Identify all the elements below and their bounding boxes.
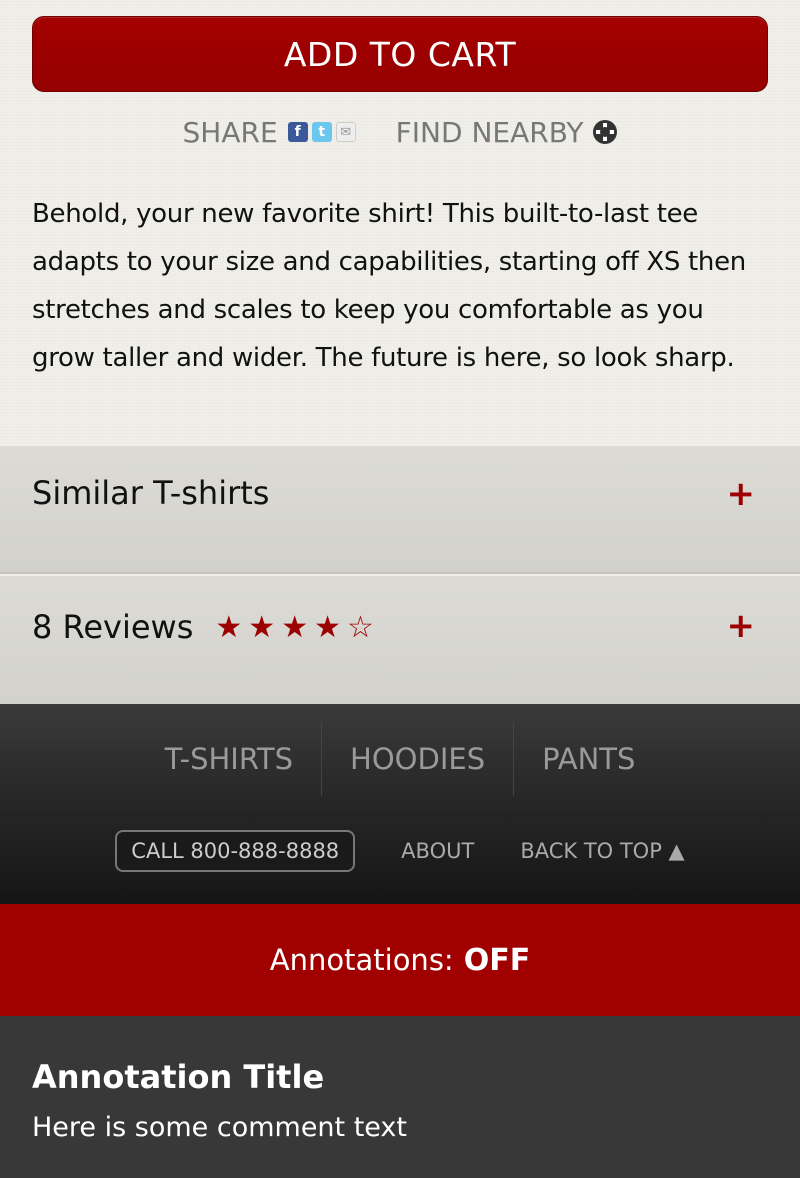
product-description: Behold, your new favorite shirt! This bu… <box>32 199 746 373</box>
footer: T-SHIRTS HOODIES PANTS CALL 800-888-8888… <box>0 704 800 904</box>
category-nav: T-SHIRTS HOODIES PANTS <box>0 722 800 796</box>
add-to-cart-button[interactable]: ADD TO CART <box>32 16 768 92</box>
star-icon-filled: ★ <box>248 609 276 645</box>
nav-item-hoodies[interactable]: HOODIES <box>322 722 515 796</box>
facebook-icon[interactable]: f <box>287 122 308 142</box>
mail-icon[interactable]: ✉ <box>335 122 356 142</box>
call-button[interactable]: CALL 800-888-8888 <box>115 830 356 872</box>
utility-links: CALL 800-888-8888 ABOUT BACK TO TOP ▲ <box>0 830 800 872</box>
crosshair-icon <box>593 120 618 144</box>
about-link[interactable]: ABOUT <box>401 839 474 863</box>
product-actions-section: ADD TO CART SHARE f t ✉ FIND NEARBY Beho… <box>0 0 800 446</box>
share-label: SHARE <box>182 115 278 149</box>
back-to-top-link[interactable]: BACK TO TOP ▲ <box>520 839 684 863</box>
star-rating: ★ ★ ★ ★ ☆ <box>215 610 374 645</box>
find-nearby-link[interactable]: FIND NEARBY <box>396 116 618 149</box>
twitter-icon[interactable]: t <box>311 122 332 142</box>
annotations-toggle-label: Annotations: <box>269 943 454 977</box>
expand-plus-icon[interactable]: + <box>727 474 756 514</box>
product-page: ADD TO CART SHARE f t ✉ FIND NEARBY Beho… <box>0 0 800 1178</box>
annotations-toggle[interactable]: Annotations: OFF <box>0 904 800 1016</box>
share-row: SHARE f t ✉ FIND NEARBY <box>0 112 800 152</box>
share-group[interactable]: SHARE f t ✉ <box>183 116 356 149</box>
find-nearby-label: FIND NEARBY <box>395 115 584 149</box>
reviews-section[interactable]: 8 Reviews ★ ★ ★ ★ ☆ + <box>0 576 800 704</box>
similar-tshirts-label: Similar T-shirts <box>32 474 270 512</box>
nav-item-pants[interactable]: PANTS <box>514 722 663 796</box>
reviews-header: 8 Reviews ★ ★ ★ ★ ☆ <box>32 608 374 646</box>
star-icon-filled: ★ <box>281 609 309 645</box>
star-icon-filled: ★ <box>314 609 341 645</box>
reviews-label: 8 Reviews <box>32 608 194 646</box>
expand-plus-icon[interactable]: + <box>727 606 756 646</box>
star-icon-filled: ★ <box>215 609 243 645</box>
annotation-title: Annotation Title <box>32 1058 325 1096</box>
annotations-toggle-state: OFF <box>463 942 531 978</box>
star-icon-empty: ☆ <box>347 609 374 645</box>
share-icons: f t ✉ <box>287 122 356 142</box>
annotation-panel: Annotation Title Here is some comment te… <box>0 1016 800 1178</box>
annotation-text: Here is some comment text <box>32 1112 407 1143</box>
similar-tshirts-section[interactable]: Similar T-shirts + <box>0 446 800 574</box>
nav-item-tshirts[interactable]: T-SHIRTS <box>137 722 323 796</box>
